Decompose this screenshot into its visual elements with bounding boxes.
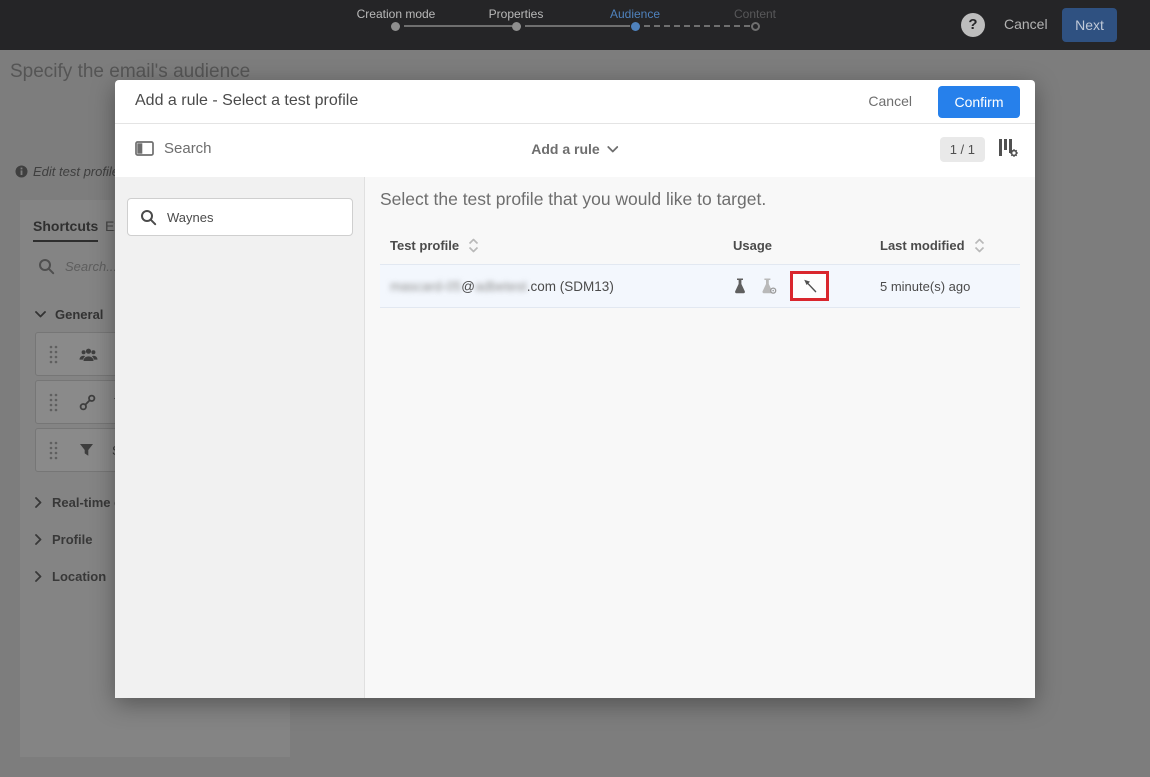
step-connector — [525, 25, 630, 27]
tab-shortcuts[interactable]: Shortcuts — [33, 218, 98, 242]
column-header-last-modified[interactable]: Last modified — [880, 237, 1020, 254]
section-general[interactable]: General — [35, 307, 103, 322]
wizard-stepper: Creation mode Properties Audience Conten… — [355, 5, 775, 45]
search-input[interactable] — [167, 210, 337, 225]
modal-results-area: Select the test profile that you would l… — [365, 177, 1035, 698]
step-content[interactable]: Content — [734, 7, 776, 21]
modal-title: Add a rule - Select a test profile — [135, 92, 358, 110]
filter-icon — [79, 443, 94, 457]
search-placeholder: Search... — [65, 259, 117, 274]
sort-icon[interactable] — [973, 237, 986, 254]
chevron-down-icon — [35, 311, 46, 318]
chevron-right-icon — [35, 534, 42, 545]
users-icon — [79, 347, 98, 362]
step-connector — [404, 25, 512, 27]
drag-handle-icon[interactable] — [48, 344, 59, 365]
step-audience[interactable]: Audience — [610, 7, 660, 21]
link-icon — [79, 394, 96, 411]
modal-confirm-button[interactable]: Confirm — [938, 86, 1020, 118]
step-creation-mode[interactable]: Creation mode — [357, 7, 436, 21]
drag-handle-icon[interactable] — [48, 392, 59, 413]
section-profile[interactable]: Profile — [35, 532, 92, 547]
column-header-usage[interactable]: Usage — [733, 238, 880, 253]
search-icon — [140, 209, 157, 226]
modal-search-panel — [115, 177, 365, 698]
info-icon — [15, 165, 28, 178]
add-rule-modal: Add a rule - Select a test profile Cance… — [115, 80, 1035, 698]
edit-test-profiles-note: Edit test profiles — [15, 164, 126, 179]
drag-handle-icon[interactable] — [48, 440, 59, 461]
modal-cancel-button[interactable]: Cancel — [868, 93, 912, 109]
column-settings-icon[interactable] — [997, 138, 1019, 158]
flask-icon — [733, 278, 747, 294]
section-real-time-events[interactable]: Real-time e — [35, 495, 121, 510]
annotation-red-box — [790, 271, 829, 301]
test-profile-row[interactable]: mascard-05@adbetest.com (SDM13) — [380, 264, 1020, 308]
flask-gear-icon — [761, 278, 777, 294]
test-profile-table: Test profile Usage Last modified — [380, 232, 1020, 308]
profile-search-field[interactable] — [127, 198, 353, 236]
modal-header: Add a rule - Select a test profile Cance… — [115, 80, 1035, 124]
sort-icon[interactable] — [467, 237, 480, 254]
wand-icon[interactable] — [802, 278, 818, 294]
wizard-next-button[interactable]: Next — [1062, 8, 1117, 42]
step-connector-dashed — [644, 25, 750, 27]
test-profile-email: mascard-05@adbetest.com (SDM13) — [380, 279, 733, 294]
step-dot — [391, 22, 400, 31]
help-icon[interactable]: ? — [961, 13, 985, 37]
search-icon — [38, 258, 55, 275]
step-dot-upcoming — [751, 22, 760, 31]
chevron-right-icon — [35, 571, 42, 582]
chevron-right-icon — [35, 497, 42, 508]
step-dot-active — [631, 22, 640, 31]
pagination-indicator: 1 / 1 — [940, 137, 985, 162]
add-a-rule-dropdown[interactable]: Add a rule — [531, 141, 618, 157]
table-header-row: Test profile Usage Last modified — [380, 232, 1020, 258]
search-panel-toggle[interactable]: Search — [135, 140, 212, 157]
last-modified-cell: 5 minute(s) ago — [880, 279, 1020, 294]
wizard-top-bar: Creation mode Properties Audience Conten… — [0, 0, 1150, 50]
panel-search-field[interactable]: Search... — [38, 258, 117, 275]
modal-toolbar: Search Add a rule 1 / 1 — [115, 124, 1035, 177]
section-location[interactable]: Location — [35, 569, 106, 584]
step-dot — [512, 22, 521, 31]
step-properties[interactable]: Properties — [489, 7, 544, 21]
chevron-down-icon — [608, 146, 619, 153]
side-panel-icon — [135, 141, 154, 156]
column-header-test-profile[interactable]: Test profile — [380, 237, 733, 254]
usage-cell — [733, 271, 880, 301]
modal-body: Select the test profile that you would l… — [115, 177, 1035, 698]
instruction-text: Select the test profile that you would l… — [380, 189, 1020, 210]
wizard-cancel-button[interactable]: Cancel — [1004, 16, 1048, 32]
